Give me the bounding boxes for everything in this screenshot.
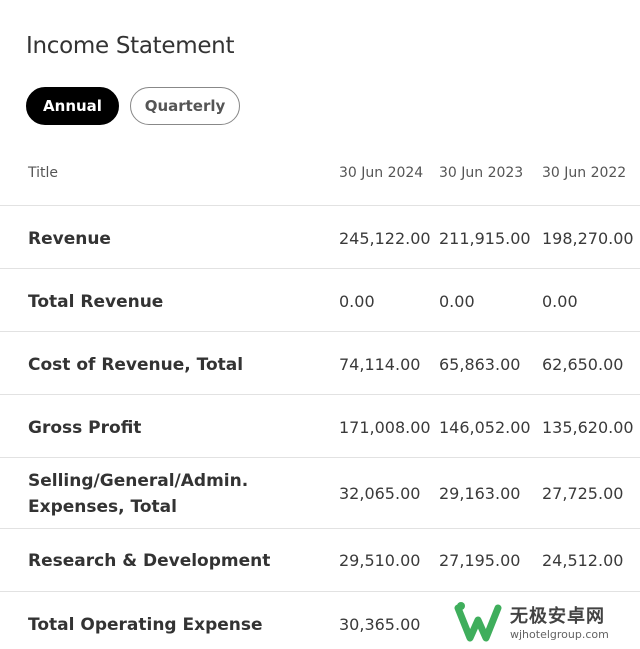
row-value: 0.00	[439, 292, 475, 311]
period-toggle: Annual Quarterly	[26, 87, 240, 125]
table-header-row: Title 30 Jun 2024 30 Jun 2023 30 Jun 202…	[0, 143, 640, 206]
row-label: Research & Development	[28, 551, 271, 571]
row-value: 32,065.00	[339, 484, 421, 503]
header-year-2024: 30 Jun 2024	[339, 165, 424, 181]
row-value: 211,915.00	[439, 229, 531, 248]
row-label: Cost of Revenue, Total	[28, 355, 244, 375]
row-label: Gross Profit	[28, 418, 142, 438]
row-value: 65,863.00	[439, 355, 521, 374]
header-title: Title	[28, 165, 59, 181]
page-title: Income Statement	[26, 33, 235, 59]
row-value: 30,365.00	[339, 615, 421, 634]
row-label-line1: Selling/General/Admin.	[28, 471, 249, 491]
row-value: 27,195.00	[439, 551, 521, 570]
watermark-logo-icon	[454, 602, 502, 642]
table-row: Gross Profit 171,008.00 146,052.00 135,6…	[0, 395, 640, 458]
row-value: 74,114.00	[339, 355, 421, 374]
annual-button[interactable]: Annual	[26, 87, 119, 125]
row-label: Total Operating Expense	[28, 615, 263, 635]
row-label: Total Revenue	[28, 292, 164, 312]
row-value: 146,052.00	[439, 418, 531, 437]
table-row: Total Revenue 0.00 0.00 0.00	[0, 269, 640, 332]
row-value: 0.00	[542, 292, 578, 311]
header-year-2022: 30 Jun 2022	[542, 165, 627, 181]
quarterly-button[interactable]: Quarterly	[130, 87, 240, 125]
watermark-name: 无极安卓网	[510, 605, 605, 627]
row-label: Revenue	[28, 229, 111, 249]
income-table: Title 30 Jun 2024 30 Jun 2023 30 Jun 202…	[0, 143, 640, 649]
row-value: 135,620.00	[542, 418, 634, 437]
table-row: Cost of Revenue, Total 74,114.00 65,863.…	[0, 332, 640, 395]
row-value: 29,510.00	[339, 551, 421, 570]
row-value: 198,270.00	[542, 229, 634, 248]
row-value: 62,650.00	[542, 355, 624, 374]
table-row: Research & Development 29,510.00 27,195.…	[0, 529, 640, 592]
row-value: 27,725.00	[542, 484, 624, 503]
row-value: 0.00	[339, 292, 375, 311]
header-year-2023: 30 Jun 2023	[439, 165, 524, 181]
row-value: 24,512.00	[542, 551, 624, 570]
row-value: 245,122.00	[339, 229, 431, 248]
watermark-url: wjhotelgroup.com	[510, 627, 609, 641]
row-value: 171,008.00	[339, 418, 431, 437]
row-value: 29,163.00	[439, 484, 521, 503]
table-row: Selling/General/Admin. Expenses, Total 3…	[0, 458, 640, 529]
table-row: Revenue 245,122.00 211,915.00 198,270.00	[0, 206, 640, 269]
row-label-line2: Expenses, Total	[28, 497, 177, 517]
watermark: 无极安卓网 wjhotelgroup.com	[452, 598, 609, 644]
